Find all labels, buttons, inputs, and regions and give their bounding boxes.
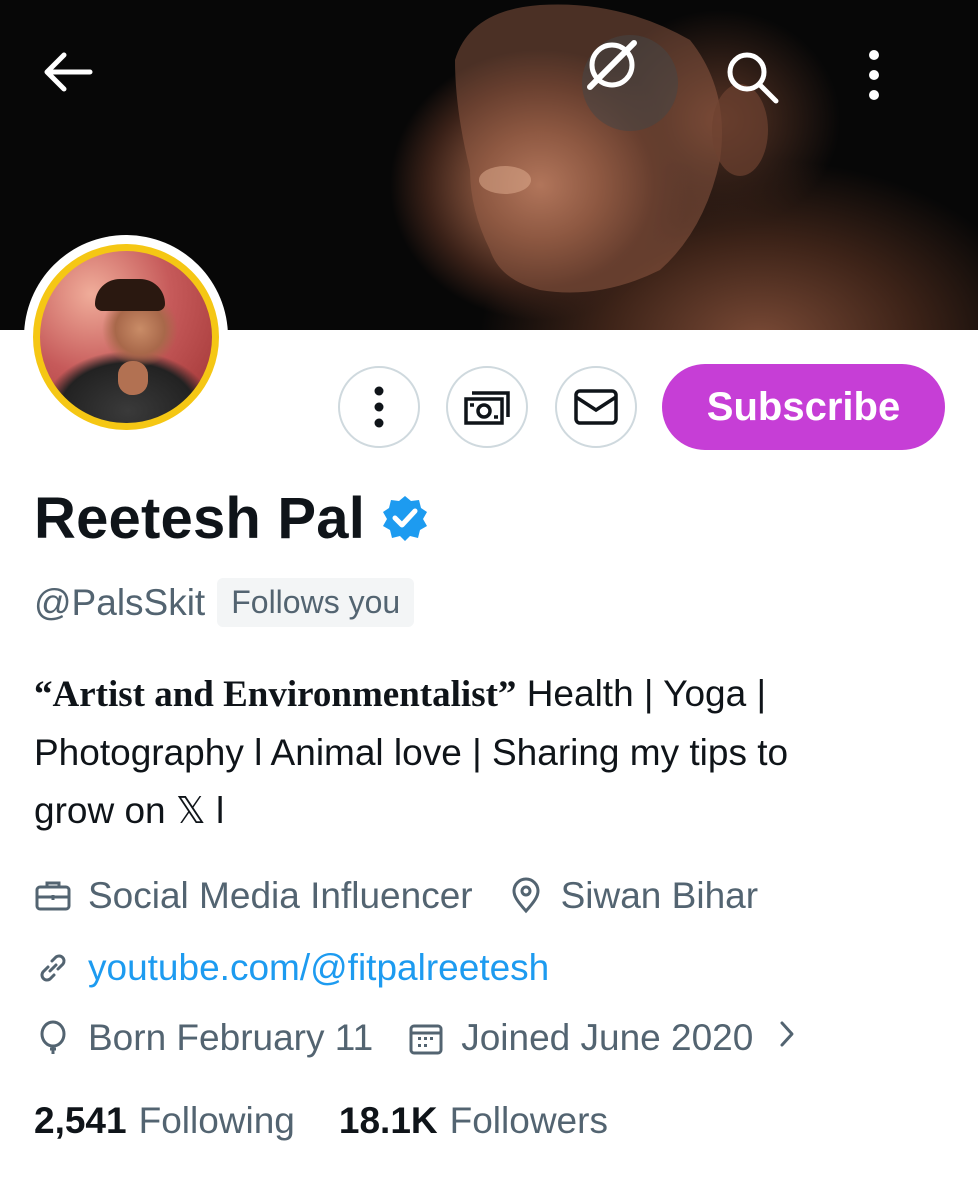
- more-options-button[interactable]: [864, 47, 928, 119]
- mail-icon: [574, 389, 618, 425]
- bio-line-2: Photography l Animal love | Sharing my t…: [34, 732, 789, 773]
- website-link[interactable]: youtube.com/@fitpalreetesh: [88, 947, 549, 989]
- handle-row: @PalsSkit Follows you: [34, 578, 415, 627]
- following-label: Following: [138, 1100, 295, 1141]
- avatar-hair: [95, 279, 165, 311]
- back-button[interactable]: [42, 50, 112, 114]
- profile-meta-row-3: Born February 11 Joined June 2020: [34, 1017, 797, 1059]
- link-icon: [34, 949, 72, 987]
- briefcase-icon: [34, 877, 72, 915]
- following-count: 2,541: [34, 1100, 127, 1141]
- profile-meta-row-2: youtube.com/@fitpalreetesh: [34, 947, 549, 989]
- profile-more-button[interactable]: [338, 366, 420, 448]
- followers-link[interactable]: 18.1K Followers: [339, 1100, 608, 1142]
- grok-button[interactable]: [582, 35, 678, 131]
- location-icon: [507, 877, 545, 915]
- calendar-icon: [407, 1019, 445, 1057]
- grok-icon: [587, 40, 637, 90]
- tip-button[interactable]: [446, 366, 528, 448]
- verified-badge-icon[interactable]: [381, 494, 429, 542]
- search-button[interactable]: [722, 47, 794, 119]
- profile-meta-row-1: Social Media Influencer Siwan Bihar: [34, 875, 758, 917]
- following-link[interactable]: 2,541 Following: [34, 1100, 295, 1142]
- arrow-left-icon: [44, 52, 93, 92]
- message-button[interactable]: [555, 366, 637, 448]
- balloon-icon: [34, 1019, 72, 1057]
- profile-name-row: Reetesh Pal: [34, 480, 429, 556]
- more-vertical-icon: [374, 386, 384, 428]
- chevron-right-icon[interactable]: [777, 1017, 797, 1059]
- location: Siwan Bihar: [560, 875, 759, 916]
- profile-bio: “Artist and Environmentalist” Health | Y…: [34, 665, 934, 840]
- profession: Social Media Influencer: [88, 875, 473, 916]
- display-name: Reetesh Pal: [34, 485, 366, 551]
- joined-date: Joined June 2020: [461, 1017, 754, 1058]
- bio-line-3: grow on 𝕏 l: [34, 790, 225, 831]
- avatar[interactable]: [24, 235, 228, 439]
- avatar-image: [33, 244, 219, 430]
- subscribe-button[interactable]: Subscribe: [662, 364, 945, 450]
- bio-line-1: “Artist and Environmentalist” Health | Y…: [34, 665, 934, 724]
- search-icon: [727, 52, 779, 104]
- followers-label: Followers: [449, 1100, 608, 1141]
- bio-line-1-rest: Health | Yoga |: [516, 673, 767, 714]
- money-icon: [464, 391, 510, 425]
- username: @PalsSkit: [34, 581, 206, 623]
- follows-you-badge: Follows you: [217, 578, 415, 627]
- bio-quote: “Artist and Environmentalist”: [34, 674, 517, 715]
- avatar-hand: [118, 361, 148, 395]
- birthday: Born February 11: [88, 1017, 374, 1058]
- followers-count: 18.1K: [338, 1100, 438, 1141]
- follow-stats: 2,541 Following 18.1K Followers: [34, 1100, 608, 1142]
- more-vertical-icon: [869, 50, 879, 100]
